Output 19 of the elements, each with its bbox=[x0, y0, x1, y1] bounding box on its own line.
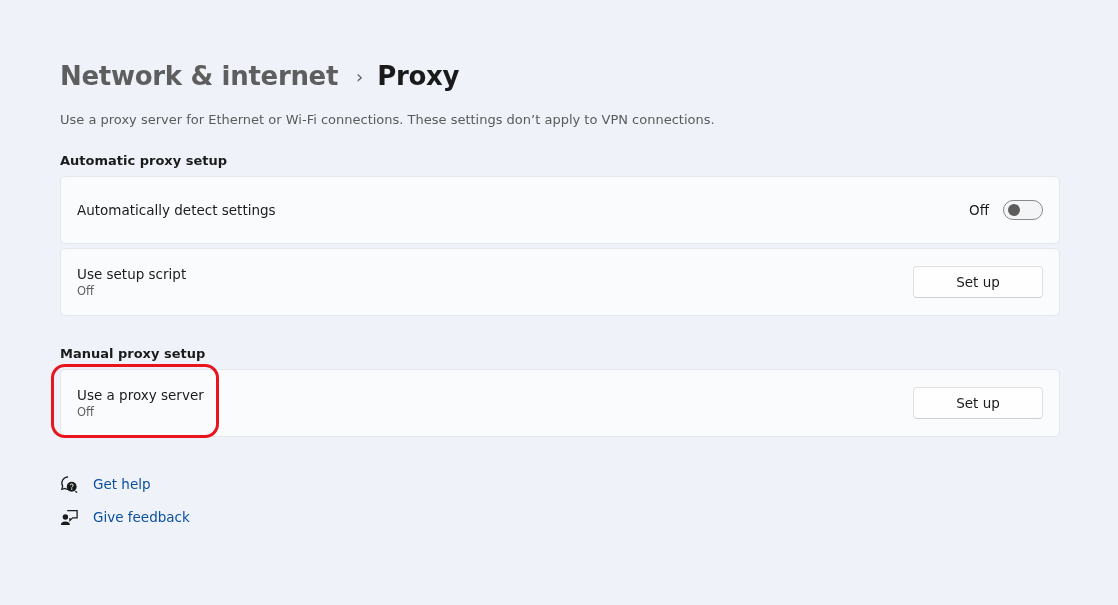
feedback-icon bbox=[60, 507, 78, 526]
setting-status: Off bbox=[77, 284, 95, 298]
description-text: Use a proxy server for Ethernet or Wi-Fi connections. These settings don’t apply to VPN connections. bbox=[60, 112, 716, 127]
toggle-switch[interactable] bbox=[1003, 200, 1043, 220]
section-heading: Automatic proxy setup bbox=[60, 153, 229, 168]
chevron-icon: › bbox=[356, 65, 364, 87]
toggle-state-label: Off bbox=[969, 202, 989, 218]
setup-button[interactable]: Set up bbox=[913, 266, 1043, 298]
setting-title: Use setup script bbox=[77, 266, 187, 282]
help-link[interactable]: Give feedback bbox=[93, 508, 190, 525]
page-title: Proxy bbox=[377, 61, 460, 91]
help-icon bbox=[60, 474, 78, 493]
breadcrumb-link[interactable]: Network & internet bbox=[60, 61, 339, 91]
setting-title: Use a proxy server bbox=[77, 387, 204, 403]
section-heading: Manual proxy setup bbox=[60, 346, 207, 361]
setting-title: Automatically detect settings bbox=[77, 202, 276, 218]
setup-button[interactable]: Set up bbox=[913, 387, 1043, 419]
help-link[interactable]: Get help bbox=[93, 475, 151, 492]
setting-status: Off bbox=[77, 405, 95, 419]
